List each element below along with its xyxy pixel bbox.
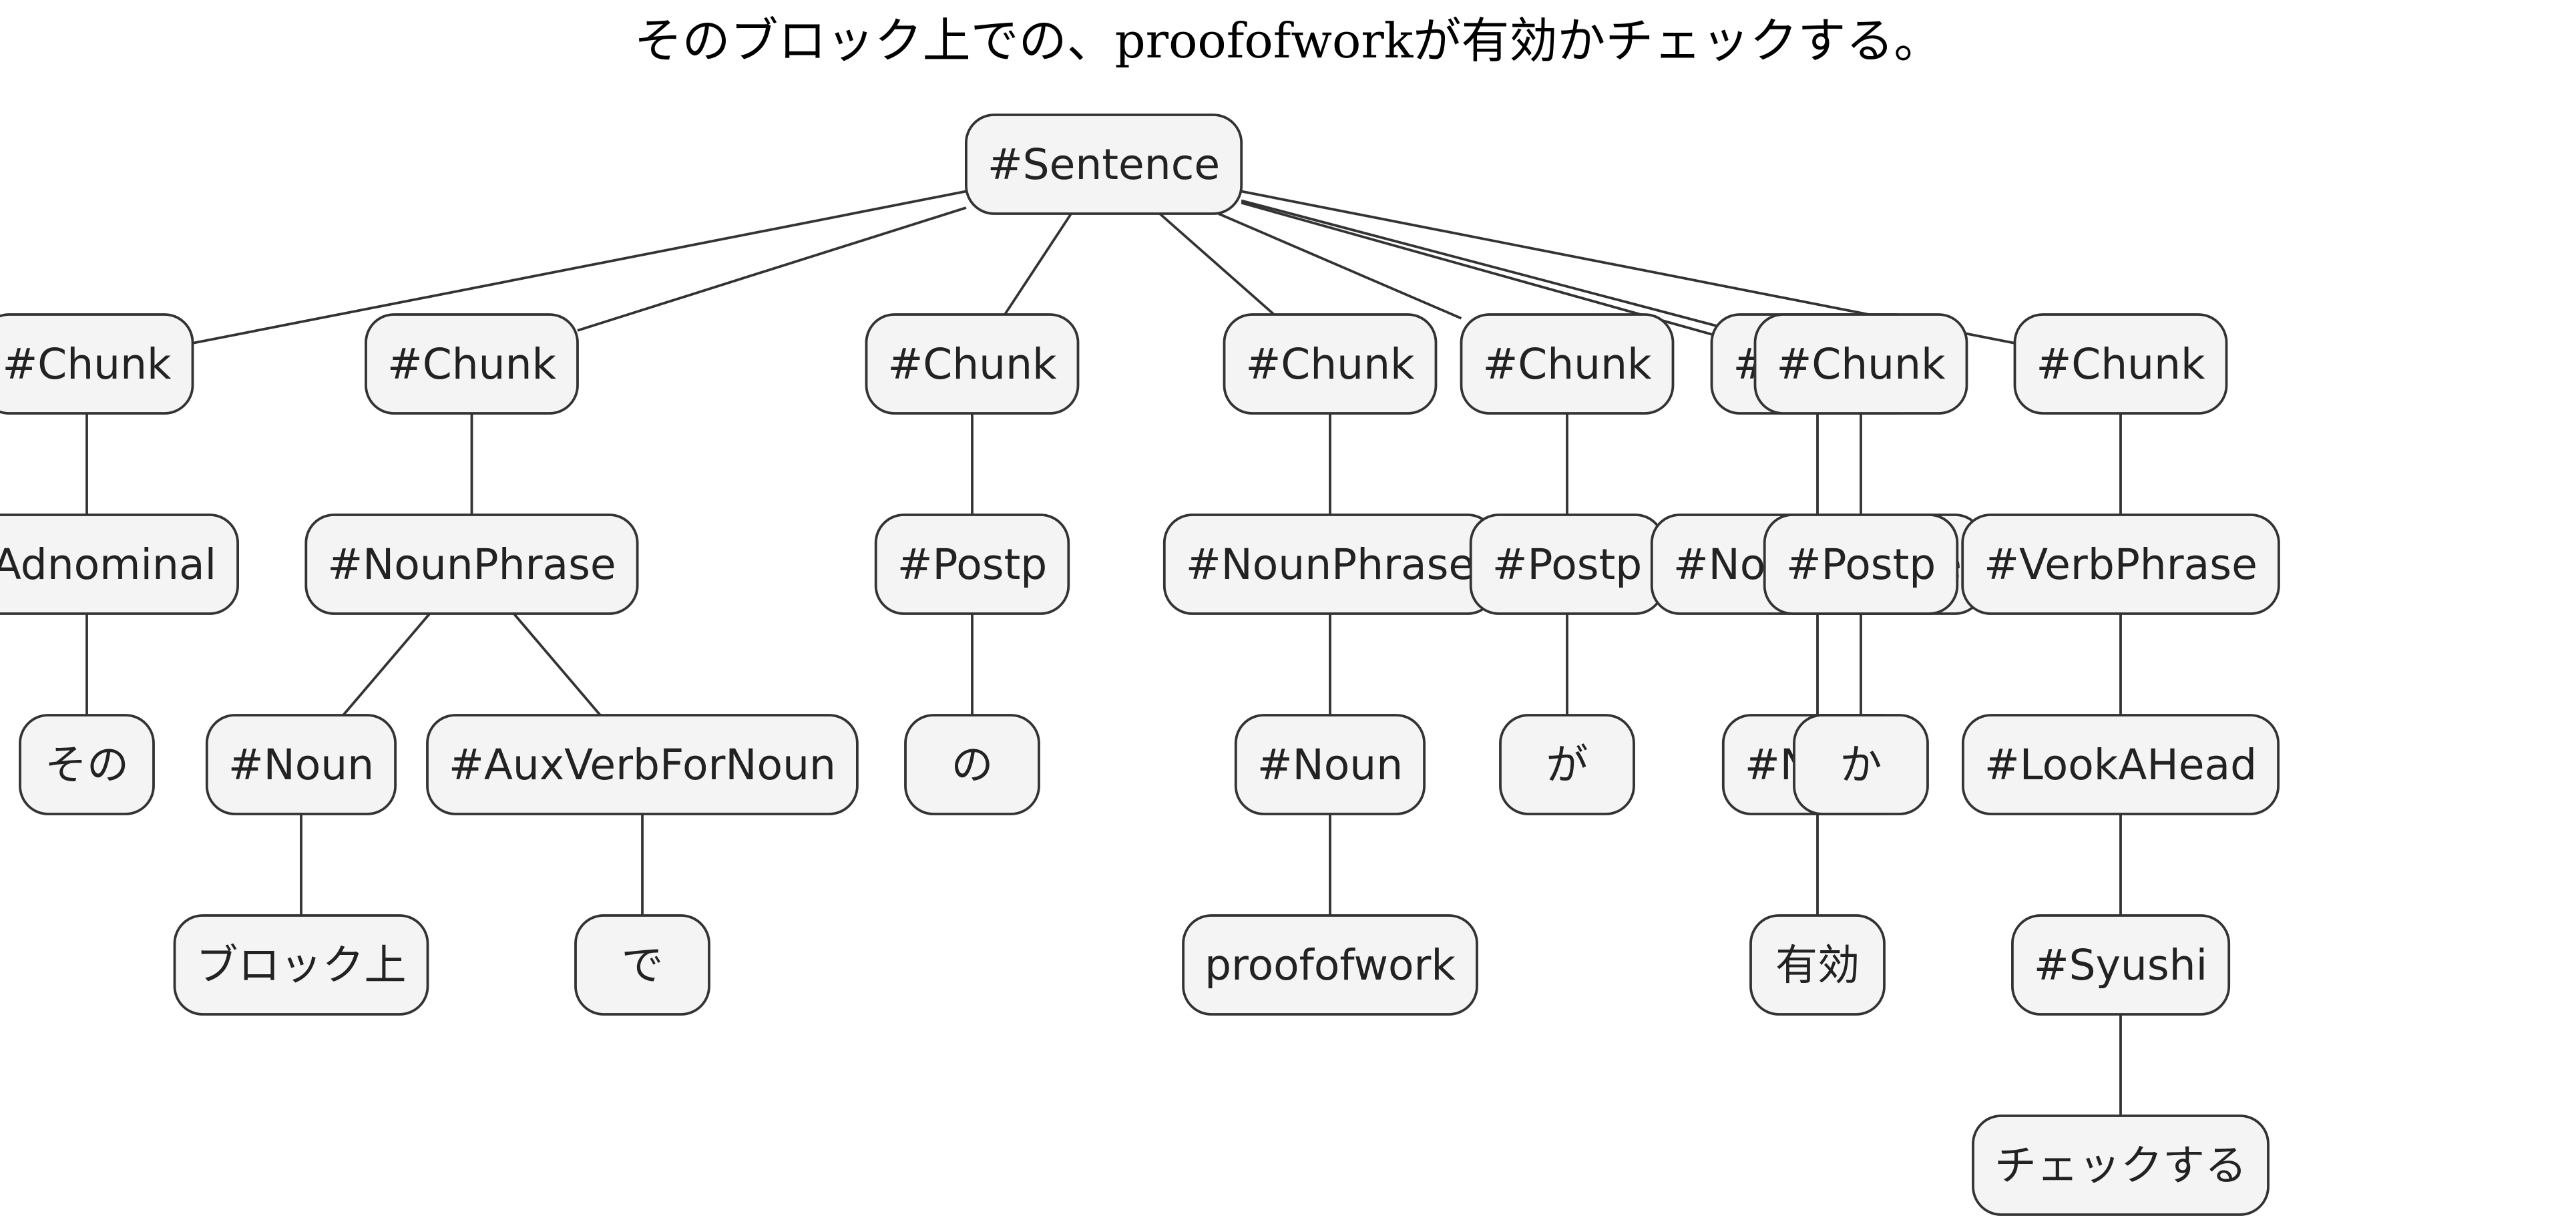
node-label: か xyxy=(1840,741,1882,789)
chunk-node: #Chunk xyxy=(1223,313,1438,415)
chunk-node: #Chunk xyxy=(365,313,579,415)
node-label: #Postp xyxy=(1786,540,1936,589)
word-node: ブロック上 xyxy=(173,914,429,1016)
node-label: その xyxy=(45,741,129,789)
node-label: proofofwork xyxy=(1205,941,1456,990)
node-label: #Postp xyxy=(897,540,1048,589)
postp-node: #Postp xyxy=(874,514,1070,615)
tree-edge xyxy=(1158,212,1275,316)
parse-tree-diagram: そのブロック上での、proofofworkが有効かチェックする。 その #Adno… xyxy=(0,13,2280,1216)
noun-node: #Noun xyxy=(1234,714,1426,815)
chunk-node: #Chunk xyxy=(1753,313,1968,415)
tree-edge xyxy=(577,206,967,332)
word-node: proofofwork xyxy=(1182,914,1478,1016)
look-ahead-node: #LookAHead xyxy=(1961,714,2280,815)
node-label: #LookAHead xyxy=(1984,741,2257,789)
word-node: チェックする xyxy=(1972,1114,2270,1216)
chunk-node: #Chunk xyxy=(865,313,1080,415)
node-label: ブロック上 xyxy=(196,941,407,990)
node-label: #AuxVerbForNoun xyxy=(449,741,836,789)
tree-edge xyxy=(513,612,602,717)
word-node: か xyxy=(1793,714,1929,815)
node-label: #Noun xyxy=(1257,741,1403,789)
node-label: チェックする xyxy=(1994,1141,2247,1190)
node-label: 有効 xyxy=(1775,941,1860,990)
noun-phrase-node: #NounPhrase xyxy=(304,514,639,615)
adnominal-node: #Adnominal xyxy=(0,514,239,615)
word-node: の xyxy=(904,714,1040,815)
node-label: #VerbPhrase xyxy=(1984,540,2258,589)
sentence-node: #Sentence xyxy=(965,114,1243,215)
node-label: #NounPhrase xyxy=(327,540,616,589)
chunk-node: #Chunk xyxy=(1460,313,1675,415)
node-label: #Chunk xyxy=(1482,340,1652,389)
word-node: 有効 xyxy=(1749,914,1886,1016)
tree-edge xyxy=(192,190,967,345)
node-label: #Chunk xyxy=(387,340,557,389)
chunk-node: #Chunk xyxy=(2013,313,2228,415)
node-label: #Syushi xyxy=(2034,941,2207,990)
node-label: #Postp xyxy=(1492,540,1643,589)
node-label: で xyxy=(622,941,664,990)
tree-edge xyxy=(1004,212,1072,316)
word-node: で xyxy=(574,914,710,1016)
word-node: が xyxy=(1499,714,1635,815)
noun-node: #Noun xyxy=(205,714,397,815)
syushi-node: #Syushi xyxy=(2010,914,2231,1016)
tree-nodes: その #Adnominal #Chunk ブロック上 #Noun で #AuxVerbFor… xyxy=(0,114,2280,1216)
sentence-title: そのブロック上での、proofofworkが有効かチェックする。 xyxy=(634,13,1942,69)
aux-verb-for-noun-node: #AuxVerbForNoun xyxy=(426,714,859,815)
postp-node: #Postp xyxy=(1469,514,1665,615)
postp-node: #Postp xyxy=(1763,514,1959,615)
chunk-node: #Chunk xyxy=(0,313,194,415)
node-label: #Chunk xyxy=(1245,340,1415,389)
node-label: #Chunk xyxy=(887,340,1057,389)
node-label: #Chunk xyxy=(2036,340,2205,389)
node-label: #Noun xyxy=(228,741,374,789)
node-label: #NounPhrase xyxy=(1186,540,1474,589)
node-label: #Adnominal xyxy=(0,540,216,589)
tree-edge xyxy=(342,612,431,717)
node-label: #Chunk xyxy=(1776,340,1946,389)
word-node: その xyxy=(19,714,155,815)
node-label: #Sentence xyxy=(988,140,1220,189)
verb-phrase-node: #VerbPhrase xyxy=(1961,514,2280,615)
node-label: の xyxy=(951,741,994,789)
noun-phrase-node: #NounPhrase xyxy=(1162,514,1498,615)
node-label: #Chunk xyxy=(2,340,172,389)
node-label: が xyxy=(1546,741,1588,789)
